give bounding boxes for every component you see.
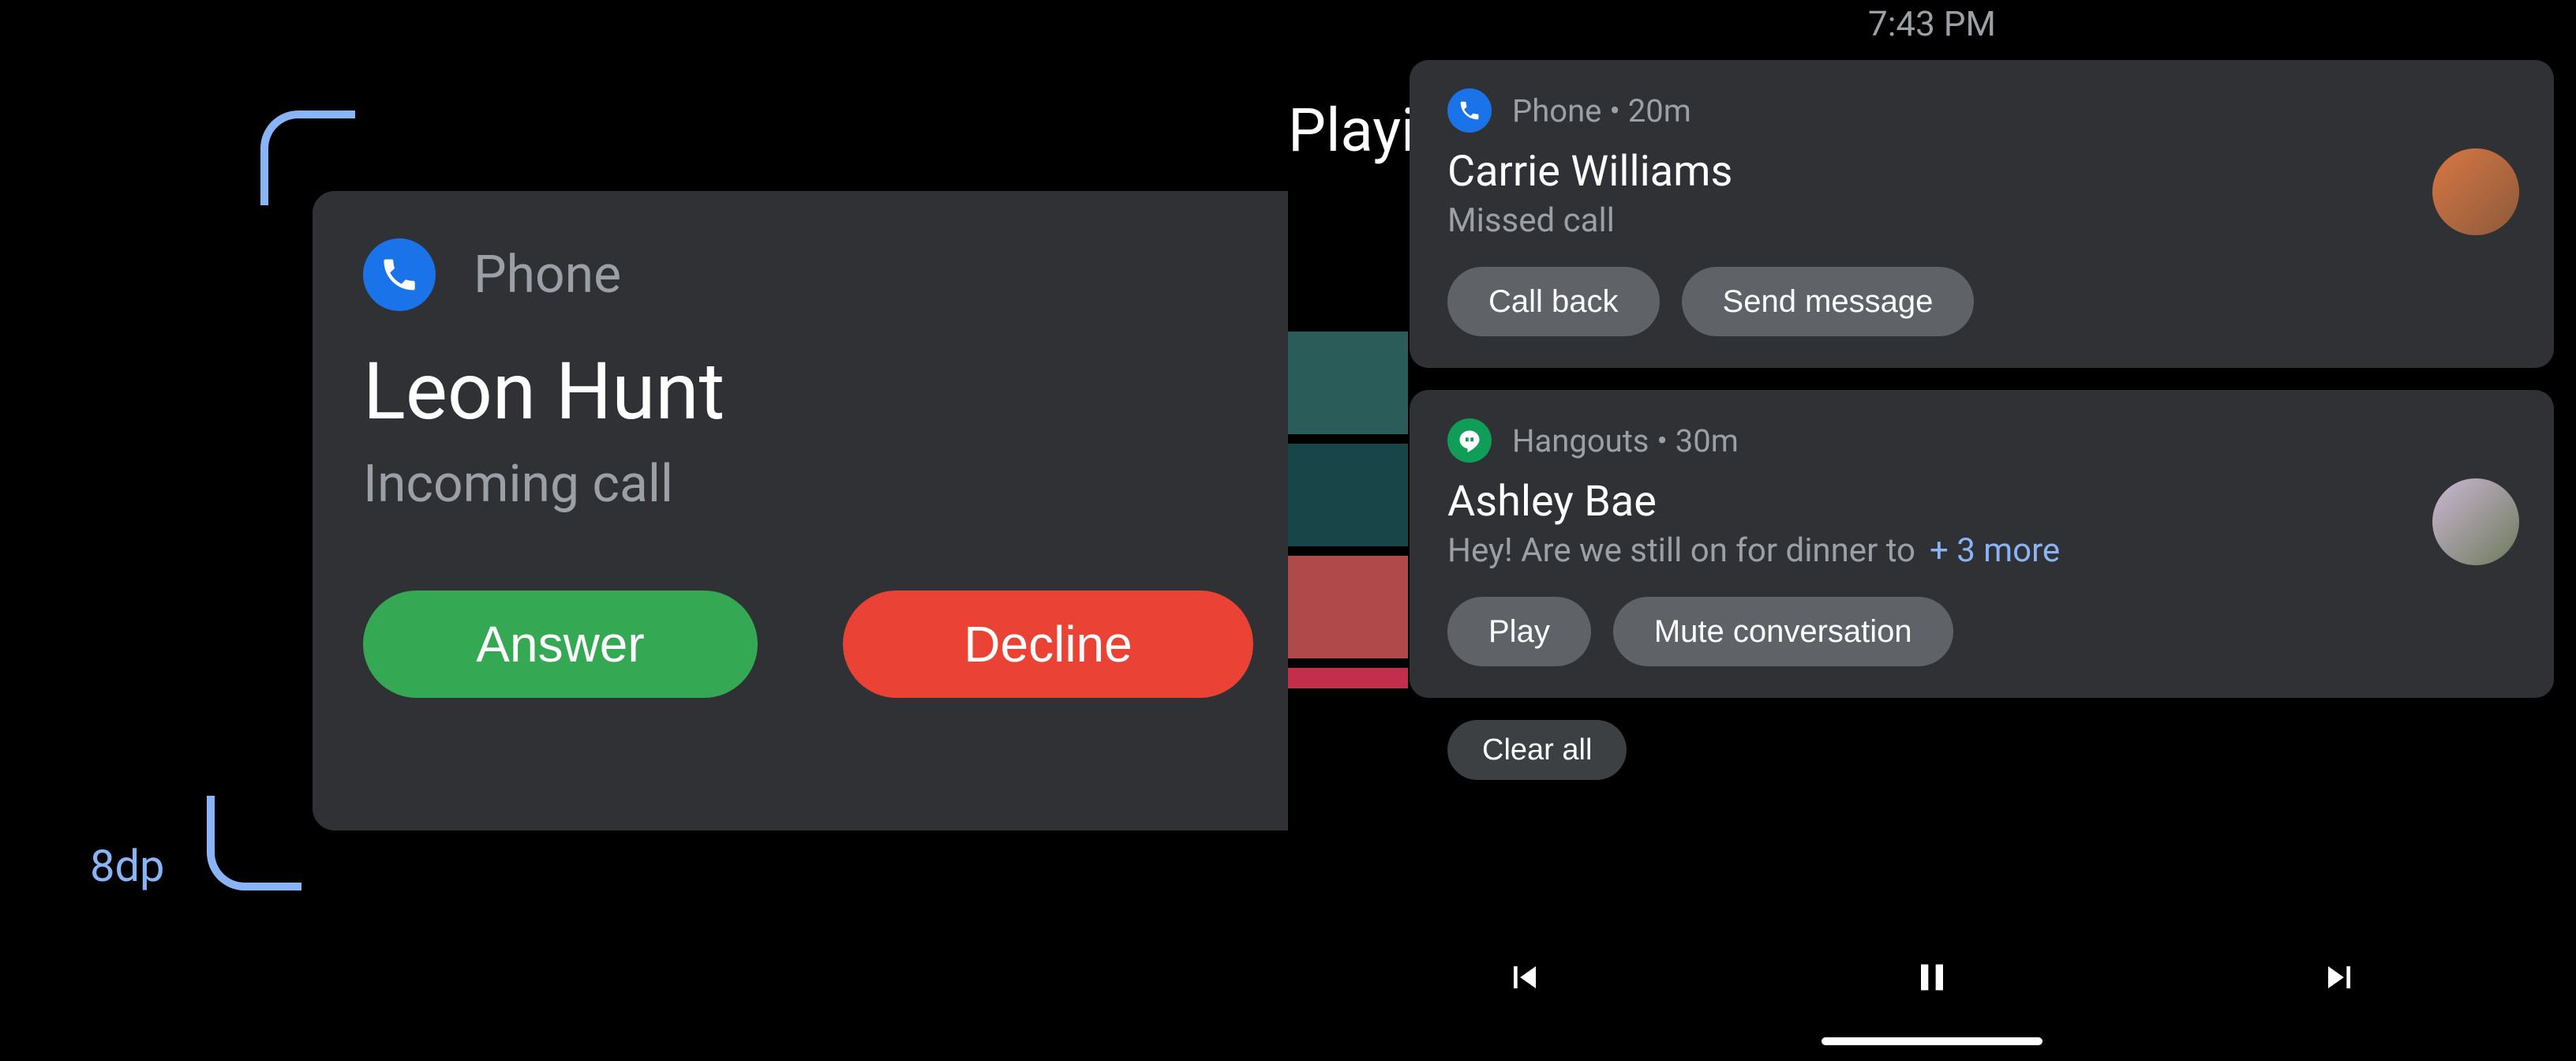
action-row: Play Mute conversation: [1447, 597, 2519, 666]
phone-icon: [1447, 88, 1492, 133]
notif-header: Phone • 20m: [1447, 88, 2519, 133]
call-back-button[interactable]: Call back: [1447, 267, 1660, 336]
notif-header: Hangouts • 30m: [1447, 418, 2519, 463]
mute-conversation-button[interactable]: Mute conversation: [1613, 597, 1953, 666]
spec-corner-bl: [207, 796, 301, 890]
notif-app-line: Phone • 20m: [1512, 92, 1691, 129]
notif-app-line: Hangouts • 30m: [1512, 422, 1739, 459]
button-row: Answer Decline: [363, 590, 1247, 698]
right-example: 7:43 PM Playi Phone • 20m Carrie William…: [1288, 0, 2576, 1061]
dp-spec-label: 8dp: [90, 840, 165, 892]
notif-subtitle: Hey! Are we still on for dinner to: [1447, 531, 1915, 570]
card-app-name: Phone: [474, 245, 621, 306]
call-subtitle: Incoming call: [363, 454, 1247, 515]
notif-title: Carrie Williams: [1447, 147, 2519, 197]
notif-subtitle: Missed call: [1447, 201, 2519, 240]
left-example: 8dp Phone Leon Hunt Incoming call Answer…: [0, 0, 1288, 1061]
action-row: Call back Send message: [1447, 267, 2519, 336]
notification-stack: Phone • 20m Carrie Williams Missed call …: [1410, 60, 2554, 780]
play-button[interactable]: Play: [1447, 597, 1591, 666]
clear-all-button[interactable]: Clear all: [1447, 720, 1627, 780]
home-indicator[interactable]: [1822, 1037, 2042, 1045]
caller-name: Leon Hunt: [363, 346, 1247, 438]
bg-album-bars: [1288, 332, 1408, 698]
bg-now-playing-text: Playi: [1288, 95, 1416, 166]
send-message-button[interactable]: Send message: [1682, 267, 1975, 336]
notification-card-phone[interactable]: Phone • 20m Carrie Williams Missed call …: [1410, 60, 2554, 368]
phone-icon: [363, 238, 436, 311]
more-messages-link[interactable]: + 3 more: [1930, 531, 2060, 570]
pause-icon[interactable]: [1910, 955, 1954, 1003]
card-header: Phone: [363, 238, 1247, 311]
notif-title: Ashley Bae: [1447, 477, 2519, 527]
hangouts-icon: [1447, 418, 1492, 463]
player-controls: [1288, 955, 2576, 1003]
avatar: [2432, 478, 2519, 565]
avatar: [2432, 148, 2519, 235]
incoming-call-card: Phone Leon Hunt Incoming call Answer Dec…: [313, 191, 1288, 830]
status-time: 7:43 PM: [1288, 3, 2576, 44]
notification-card-hangouts[interactable]: Hangouts • 30m Ashley Bae Hey! Are we st…: [1410, 390, 2554, 698]
answer-button[interactable]: Answer: [363, 590, 758, 698]
decline-button[interactable]: Decline: [843, 590, 1253, 698]
previous-track-icon[interactable]: [1503, 955, 1547, 1003]
next-track-icon[interactable]: [2317, 955, 2361, 1003]
